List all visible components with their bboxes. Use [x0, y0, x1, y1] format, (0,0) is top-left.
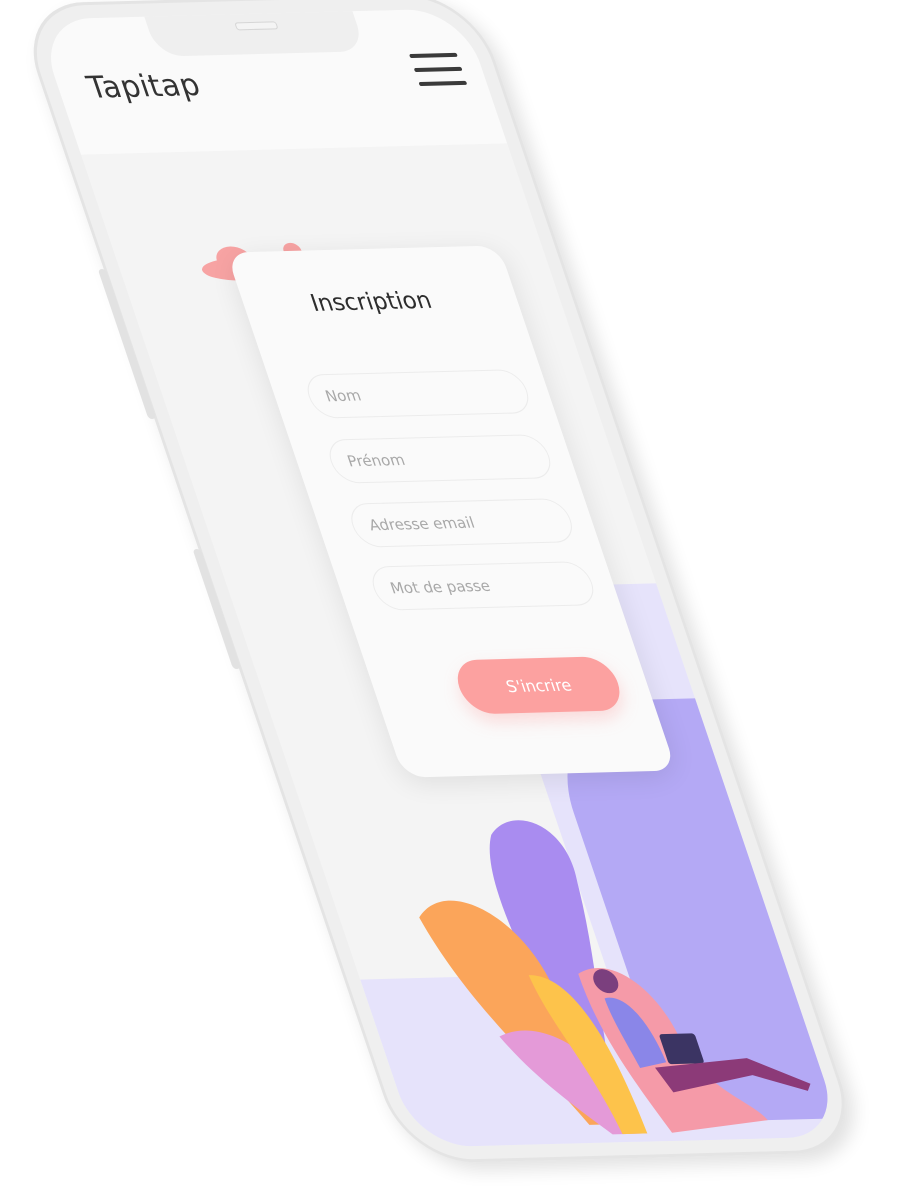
prenom-input[interactable] — [323, 433, 557, 484]
phone-screen: Tapitap Inscription S'incrire — [35, 8, 844, 1148]
hamburger-icon[interactable] — [408, 52, 468, 88]
signup-card: Inscription S'incrire — [226, 245, 677, 778]
phone-notch — [143, 9, 366, 57]
form-title: Inscription — [307, 287, 436, 317]
phone-mockup: Tapitap Inscription S'incrire — [14, 0, 865, 1165]
speaker — [234, 21, 279, 31]
signup-button[interactable]: S'incrire — [450, 656, 628, 715]
nom-input[interactable] — [301, 368, 535, 419]
app-logo: Tapitap — [82, 67, 206, 106]
password-input[interactable] — [366, 560, 600, 611]
email-input[interactable] — [345, 497, 579, 548]
